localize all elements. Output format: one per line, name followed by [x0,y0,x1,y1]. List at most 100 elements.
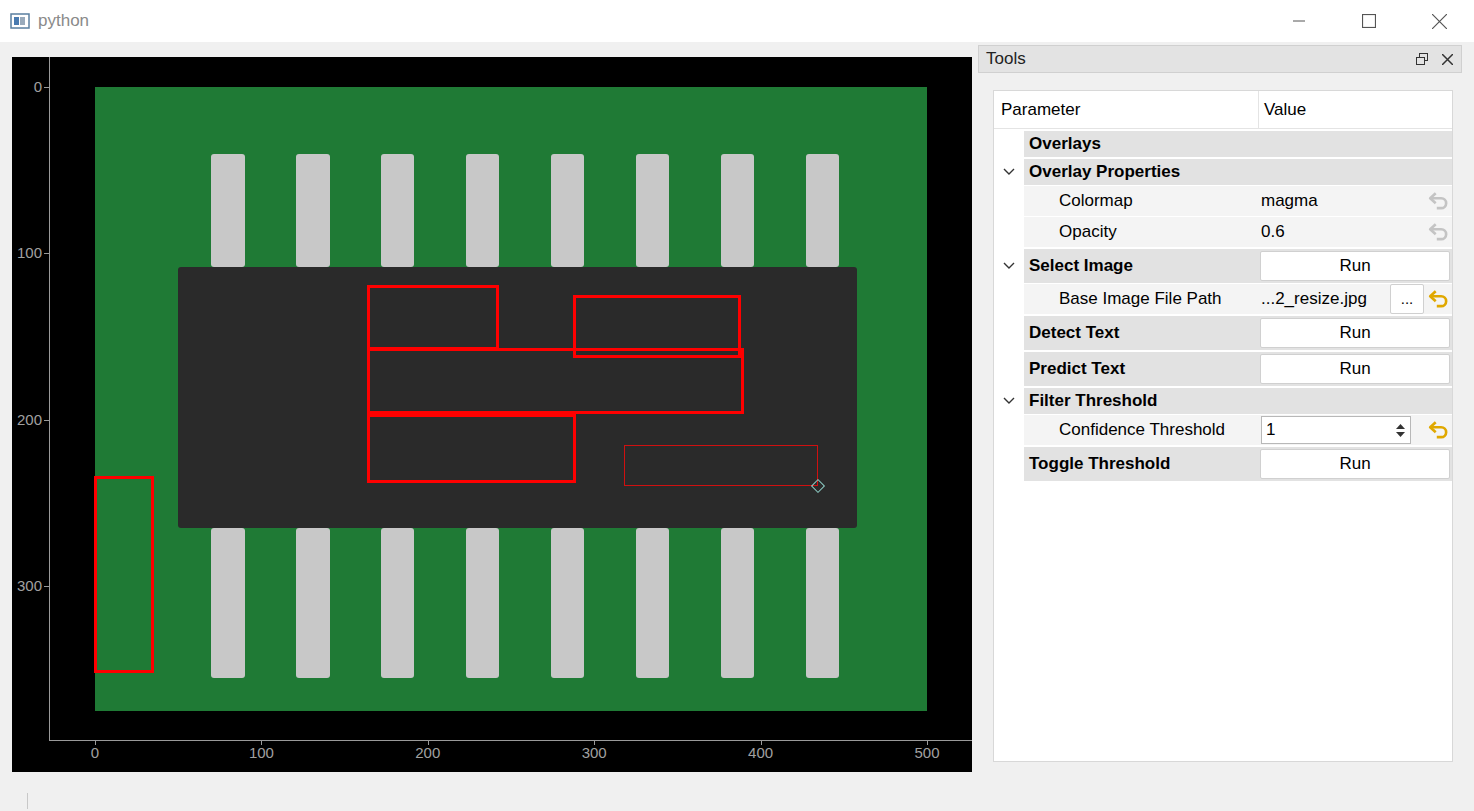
param-value[interactable]: ...2_resize.jpg [1261,286,1386,312]
param-label: Confidence Threshold [1024,417,1259,443]
param-value[interactable]: magma [1261,188,1424,214]
value-cell: 0.6 [1259,219,1452,245]
spin-value: 1 [1266,417,1392,443]
param-body: Confidence Threshold 1 [1024,415,1452,445]
button-cell: Run [1259,353,1452,385]
reset-icon[interactable] [1428,190,1450,212]
minimize-icon [1293,15,1305,27]
pin [211,528,244,678]
spin-box[interactable]: 1 [1261,416,1411,444]
tree-header: ParameterValue [994,91,1452,129]
expander[interactable] [994,388,1024,414]
param-row[interactable]: Base Image File Path...2_resize.jpg... [994,284,1452,314]
param-body: Opacity0.6 [1024,217,1452,247]
reset-icon[interactable] [1428,288,1450,310]
param-label: Colormap [1024,188,1259,214]
expander[interactable] [994,159,1024,185]
column-header[interactable]: Value [1259,91,1452,128]
maximize-icon [1362,14,1376,28]
chevron-icon[interactable] [1003,168,1015,176]
y-axis [49,57,50,740]
pin [381,528,414,678]
column-header[interactable]: Parameter [994,91,1259,128]
x-tick-label: 0 [75,745,115,760]
run-button[interactable]: Run [1260,354,1450,384]
text-box[interactable] [367,414,576,483]
text-box[interactable] [367,348,744,414]
run-button[interactable]: Run [1260,449,1450,479]
maximize-button[interactable] [1334,0,1404,42]
down-icon[interactable] [1396,432,1405,437]
expander [994,352,1024,386]
dock-title: Tools [986,46,1026,72]
text-box[interactable] [624,445,818,486]
group-row[interactable]: Toggle ThresholdRun [994,447,1452,481]
x-tick-label: 400 [741,745,781,760]
browse-button[interactable]: ... [1390,284,1424,314]
param-row[interactable]: Colormapmagma [994,186,1452,216]
image-plot[interactable]: 01002003000100200300400500 [12,57,972,772]
param-row[interactable]: Confidence Threshold 1 [994,415,1452,445]
pin [466,528,499,678]
group-body: Overlay Properties [1024,159,1452,185]
close-button[interactable] [1404,0,1474,42]
parameter-tree: ParameterValueOverlaysOverlay Properties… [993,90,1453,762]
param-body: Colormapmagma [1024,186,1452,216]
dock-header: Tools [978,45,1462,73]
pin [551,154,584,267]
chip-body [178,267,857,528]
y-tick [44,420,49,421]
pin [806,528,839,678]
group-body: Predict TextRun [1024,352,1452,386]
group-body: Overlays [1024,131,1452,157]
tools-dock: Tools ParameterValueOverlaysOverlay Prop… [978,42,1462,790]
pin [381,154,414,267]
reset-icon[interactable] [1428,419,1450,441]
y-tick-label: 300 [12,578,42,593]
group-body: Filter Threshold [1024,388,1452,414]
group-row[interactable]: Overlays [994,131,1452,157]
group-row[interactable]: Overlay Properties [994,159,1452,185]
group-label: Predict Text [1024,356,1259,382]
chevron-icon[interactable] [1003,262,1015,270]
button-cell: Run [1259,317,1452,349]
pin [636,154,669,267]
indent [994,217,1024,247]
pcb-image [95,87,927,711]
expander [994,131,1024,157]
param-label: Base Image File Path [1024,286,1259,312]
group-body: Toggle ThresholdRun [1024,447,1452,481]
x-tick-label: 300 [574,745,614,760]
expander[interactable] [994,249,1024,283]
group-row[interactable]: Select ImageRun [994,249,1452,283]
x-tick-label: 200 [408,745,448,760]
chevron-icon[interactable] [1003,397,1015,405]
minimize-button[interactable] [1264,0,1334,42]
group-row[interactable]: Detect TextRun [994,316,1452,350]
param-value[interactable]: 0.6 [1261,219,1424,245]
pin [296,528,329,678]
group-row[interactable]: Predict TextRun [994,352,1452,386]
y-tick [44,87,49,88]
pin [806,154,839,267]
pin [721,154,754,267]
up-icon[interactable] [1396,424,1405,429]
run-button[interactable]: Run [1260,251,1450,281]
close-dock-icon[interactable] [1442,54,1453,65]
param-row[interactable]: Opacity0.6 [994,217,1452,247]
spin-arrows[interactable] [1392,424,1410,437]
group-label: Select Image [1024,253,1259,279]
value-cell: 1 [1259,416,1452,444]
expander [994,316,1024,350]
run-button[interactable]: Run [1260,318,1450,348]
y-tick-label: 100 [12,245,42,260]
param-label: Opacity [1024,219,1259,245]
text-box[interactable] [94,476,154,672]
text-box[interactable] [367,285,498,350]
value-cell: magma [1259,188,1452,214]
value-cell: ...2_resize.jpg... [1259,284,1452,314]
group-row[interactable]: Filter Threshold [994,388,1452,414]
reset-icon[interactable] [1428,221,1450,243]
y-tick-label: 200 [12,412,42,427]
float-icon[interactable] [1416,53,1428,65]
